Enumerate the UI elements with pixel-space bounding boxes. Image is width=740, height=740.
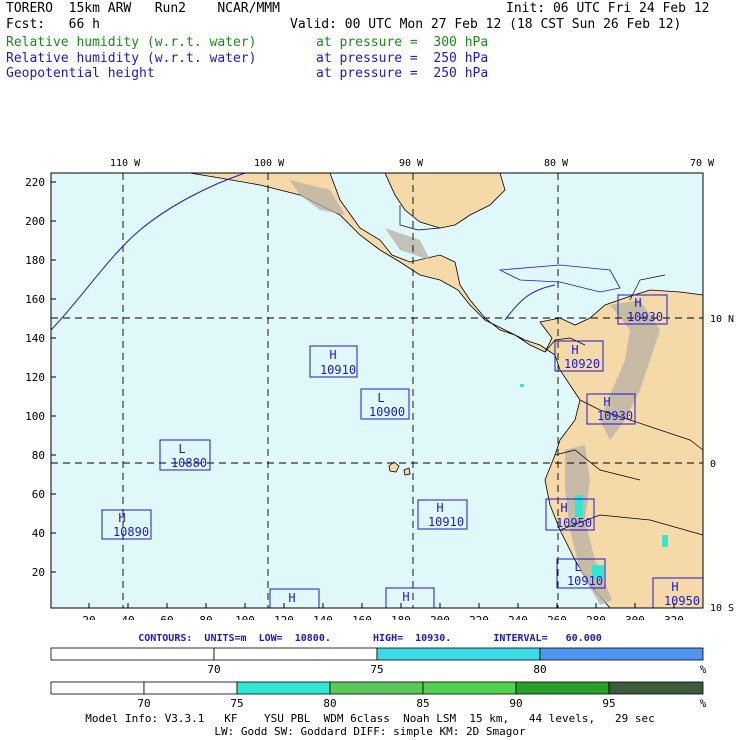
- x-tick: 220: [469, 614, 489, 620]
- y-tick: 80: [32, 449, 45, 462]
- colorbar1-label: 70: [207, 663, 220, 676]
- x-tick: 120: [274, 614, 294, 620]
- y-tick: 140: [25, 332, 45, 345]
- field-2-level: at pressure = 250 hPa: [316, 51, 489, 66]
- svg-text:H: H: [603, 395, 610, 409]
- lon-label-70w: 70 W: [690, 158, 715, 169]
- model-title: TORERO 15km ARW Run2 NCAR/MMM: [6, 1, 280, 16]
- y-tick: 180: [25, 254, 45, 267]
- svg-text:H: H: [402, 590, 409, 604]
- lon-label-80w: 80 W: [544, 158, 569, 169]
- colorbar1-bin: [50, 647, 215, 661]
- field-3-level: at pressure = 250 hPa: [316, 66, 489, 81]
- y-tick: 120: [25, 371, 45, 384]
- x-tick: 140: [313, 614, 333, 620]
- init-time: Init: 06 UTC Fri 24 Feb 12: [506, 1, 710, 16]
- svg-text:10910: 10910: [567, 574, 603, 588]
- weather-map: 110 W 100 W 90 W 80 W 70 W 10 N 0 10 S H…: [25, 158, 734, 620]
- colorbar1-bin: [539, 647, 704, 661]
- x-tick: 320: [664, 614, 684, 620]
- x-tick: 80: [199, 614, 212, 620]
- colorbar1-label: 75: [370, 663, 383, 676]
- field-1-name: Relative humidity (w.r.t. water): [6, 35, 257, 50]
- lon-label-90w: 90 W: [399, 158, 424, 169]
- y-tick: 20: [32, 566, 45, 579]
- x-tick: 240: [508, 614, 528, 620]
- x-tick: 60: [160, 614, 173, 620]
- svg-text:10900: 10900: [369, 405, 405, 419]
- x-tick: 260: [547, 614, 567, 620]
- valid-time: Valid: 00 UTC Mon 27 Feb 12 (18 CST Sun …: [290, 17, 682, 32]
- colorbar2-bin: [236, 681, 331, 695]
- svg-text:H: H: [288, 591, 295, 605]
- svg-text:H: H: [118, 511, 125, 525]
- y-axis: 220 200 180 160 140 120 100 80 60 40 20: [25, 176, 45, 579]
- svg-text:10930: 10930: [597, 409, 633, 423]
- svg-text:H: H: [571, 343, 578, 357]
- colorbar2-label: 70: [137, 697, 150, 710]
- svg-text:10930: 10930: [627, 310, 663, 324]
- lat-label-10n: 10 N: [710, 314, 734, 325]
- svg-text:H: H: [634, 296, 641, 310]
- svg-text:H: H: [560, 501, 567, 515]
- field-2-name: Relative humidity (w.r.t. water): [6, 51, 257, 66]
- model-info: Model Info: V3.3.1 KF YSU PBL WDM 6class…: [85, 712, 655, 725]
- y-tick: 160: [25, 293, 45, 306]
- physics-info: LW: Godd SW: Goddard DIFF: simple KM: 2D…: [214, 725, 526, 738]
- x-axis: 20 40 60 80 100 120 140 160 180 200 220 …: [82, 614, 684, 620]
- svg-text:10950: 10950: [556, 516, 592, 530]
- colorbar1-bin: [376, 647, 541, 661]
- colorbar2-label: 85: [416, 697, 429, 710]
- y-tick: 60: [32, 488, 45, 501]
- x-tick: 160: [352, 614, 372, 620]
- colorbar2-bin: [515, 681, 610, 695]
- colorbar1-bin: [213, 647, 378, 661]
- svg-text:L: L: [574, 560, 581, 574]
- lon-label-110w: 110 W: [110, 158, 141, 169]
- x-tick: 100: [235, 614, 255, 620]
- y-tick: 220: [25, 176, 45, 189]
- x-tick: 180: [391, 614, 411, 620]
- lat-label-10s: 10 S: [710, 603, 734, 614]
- lon-label-100w: 100 W: [254, 158, 285, 169]
- x-tick: 20: [82, 614, 95, 620]
- lat-label-0: 0: [710, 459, 716, 470]
- colorbar2-label: 95: [602, 697, 615, 710]
- colorbar1-label: 80: [533, 663, 546, 676]
- colorbar-250hpa: 70 75 80 %: [50, 647, 707, 676]
- field-3-name: Geopotential height: [6, 66, 155, 81]
- forecast-hour: Fcst: 66 h: [6, 17, 100, 32]
- field-1-level: at pressure = 300 hPa: [316, 35, 489, 50]
- colorbar-300hpa: 70 75 80 85 90 95 %: [50, 681, 707, 710]
- y-tick: 100: [25, 410, 45, 423]
- svg-text:10890: 10890: [113, 525, 149, 539]
- svg-text:L: L: [377, 391, 384, 405]
- svg-text:H: H: [329, 348, 336, 362]
- colorbar2-label: 90: [509, 697, 522, 710]
- contour-info: CONTOURS: UNITS=m LOW= 10800. HIGH= 1093…: [138, 633, 602, 644]
- svg-text:10910: 10910: [428, 515, 464, 529]
- svg-text:H: H: [671, 580, 678, 594]
- colorbar2-bin: [143, 681, 238, 695]
- colorbar2-bin: [329, 681, 424, 695]
- svg-text:10880: 10880: [171, 456, 207, 470]
- x-tick: 40: [121, 614, 134, 620]
- colorbar2-label: 80: [323, 697, 336, 710]
- colorbar2-bin: [422, 681, 517, 695]
- x-tick: 280: [586, 614, 606, 620]
- colorbar1-unit: %: [700, 663, 707, 676]
- colorbar2-unit: %: [700, 697, 707, 710]
- svg-text:L: L: [178, 442, 185, 456]
- colorbar2-label: 75: [230, 697, 243, 710]
- colorbar2-bin: [608, 681, 704, 695]
- x-tick: 300: [625, 614, 645, 620]
- y-tick: 40: [32, 527, 45, 540]
- colorbar2-bin: [50, 681, 145, 695]
- svg-text:H: H: [436, 501, 443, 515]
- svg-text:10950: 10950: [664, 594, 700, 608]
- svg-text:10920: 10920: [564, 357, 600, 371]
- x-tick: 200: [430, 614, 450, 620]
- svg-text:10910: 10910: [320, 363, 356, 377]
- y-tick: 200: [25, 215, 45, 228]
